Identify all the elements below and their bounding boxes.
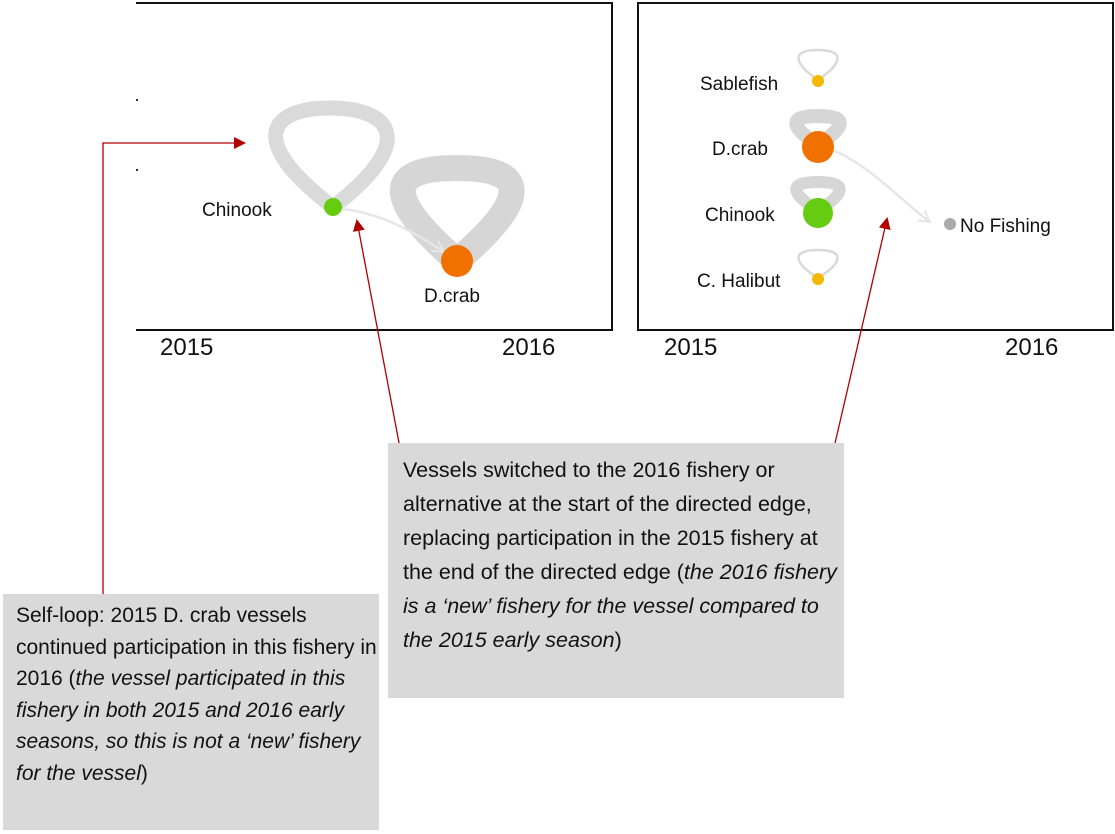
- sablefish-label: Sablefish: [700, 74, 778, 95]
- halibut-node: [812, 273, 824, 285]
- halibut-label: C. Halibut: [697, 271, 781, 292]
- switch-explanation-text: Vessels switched to the 2016 fishery or …: [403, 453, 844, 657]
- year-end-label: 2016: [502, 334, 555, 361]
- dcrab-node: [441, 245, 473, 277]
- left-edge-pointer-arrow: [352, 219, 401, 449]
- no-fishing-node: [944, 218, 956, 230]
- dcrab-label-right: D.crab: [712, 139, 768, 160]
- dcrab-node-right: [802, 131, 834, 163]
- year-end-label-right: 2016: [1005, 334, 1058, 361]
- self-loop-explanation-callout: Self-loop: 2015 D. crab vessels continue…: [3, 594, 379, 830]
- chinook-node-right: [803, 198, 833, 228]
- year-start-label: 2015: [160, 334, 213, 361]
- chinook-label: Chinook: [202, 200, 272, 221]
- chinook-node: [324, 198, 342, 216]
- dcrab-label: D.crab: [424, 286, 480, 307]
- dcrab-to-nofishing-edge: [831, 148, 930, 222]
- self-loop-explanation-text: Self-loop: 2015 D. crab vessels continue…: [16, 600, 379, 789]
- right-panel: Sablefish D.crab Chinook C. Halibut No F…: [637, 2, 1114, 361]
- year-start-label-right: 2015: [664, 334, 717, 361]
- sablefish-node: [812, 75, 824, 87]
- switch-explanation-end: ): [614, 628, 622, 652]
- right-edge-pointer-arrow: [832, 217, 891, 453]
- chinook-label-right: Chinook: [705, 205, 775, 226]
- chinook-self-loop: [268, 100, 395, 213]
- no-fishing-label: No Fishing: [960, 216, 1051, 237]
- switch-explanation-callout: Vessels switched to the 2016 fishery or …: [388, 443, 844, 698]
- self-loop-explanation-end: ): [140, 761, 148, 785]
